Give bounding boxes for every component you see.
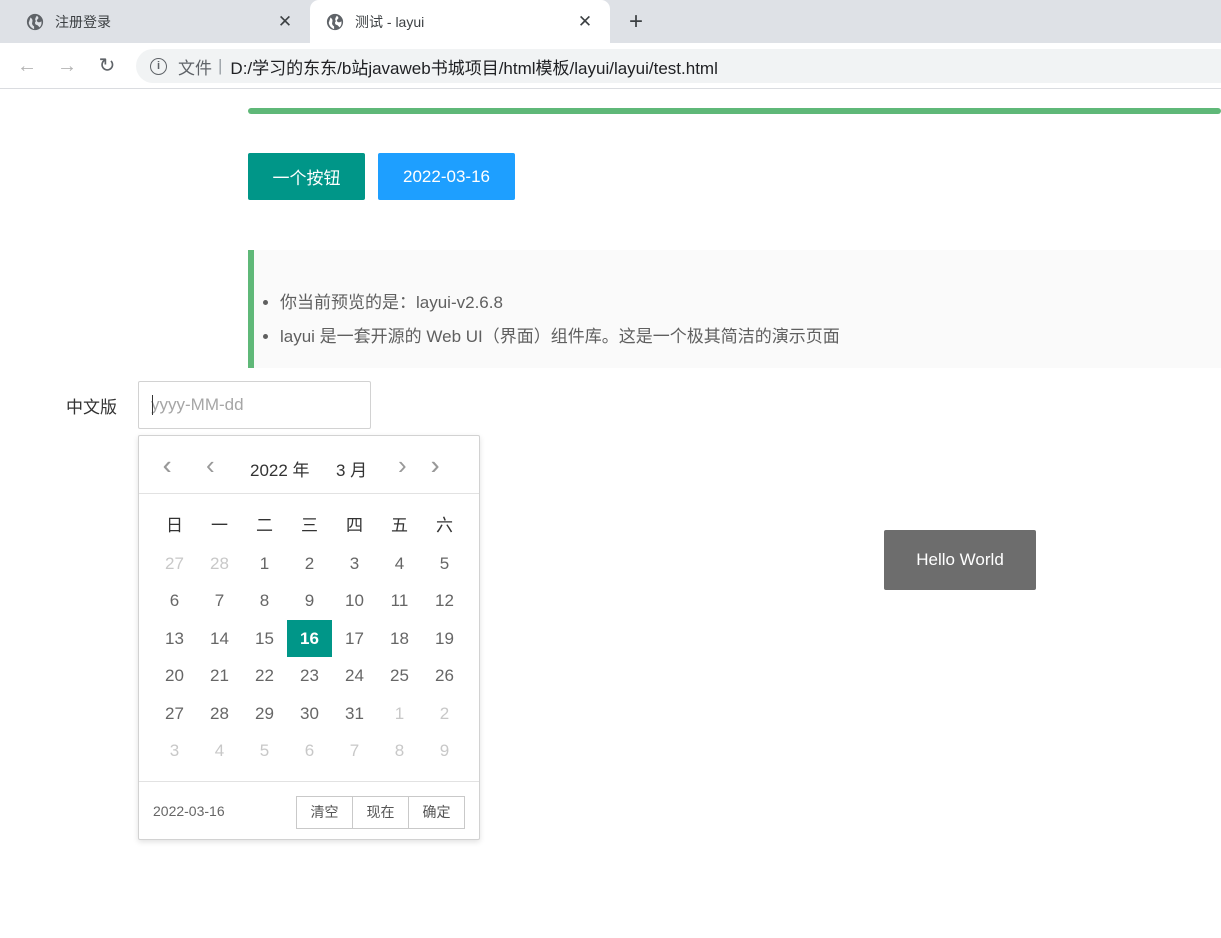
- tab-title: 测试 - layui: [355, 13, 425, 30]
- url-text[interactable]: D:/学习的东东/b站javaweb书城项目/html模板/layui/layu…: [230, 54, 717, 79]
- calendar-week-row: 13 14 15 16 17 18 19: [152, 619, 467, 658]
- tab-strip: 注册登录 ✕ 测试 - layui ✕ +: [0, 0, 1221, 43]
- calendar-day[interactable]: 4: [197, 732, 242, 770]
- calendar-day[interactable]: 30: [287, 695, 332, 733]
- calendar-day[interactable]: 6: [287, 732, 332, 770]
- calendar-day[interactable]: 8: [377, 732, 422, 770]
- browser-toolbar: ← → ↻ i 文件 | D:/学习的东东/b站javaweb书城项目/html…: [0, 43, 1221, 89]
- calendar-day[interactable]: 31: [332, 695, 377, 733]
- calendar-day[interactable]: 6: [152, 582, 197, 620]
- selected-date-display: 2022-03-16: [153, 803, 225, 819]
- calendar-day[interactable]: 1: [242, 545, 287, 583]
- address-bar[interactable]: i 文件 | D:/学习的东东/b站javaweb书城项目/html模板/lay…: [136, 49, 1221, 83]
- calendar-day[interactable]: 15: [242, 620, 287, 658]
- calendar-day[interactable]: 3: [152, 732, 197, 770]
- calendar-day[interactable]: 29: [242, 695, 287, 733]
- calendar-day-selected[interactable]: 16: [287, 619, 332, 657]
- calendar-day[interactable]: 23: [287, 657, 332, 695]
- calendar-day[interactable]: 4: [377, 545, 422, 583]
- calendar-day[interactable]: 11: [377, 582, 422, 620]
- calendar-day[interactable]: 5: [242, 732, 287, 770]
- calendar-day[interactable]: 1: [377, 695, 422, 733]
- calendar-day[interactable]: 3: [332, 545, 377, 583]
- calendar-day[interactable]: 25: [377, 657, 422, 695]
- calendar-week-row: 3456789: [152, 732, 467, 770]
- calendar-day[interactable]: 18: [377, 620, 422, 658]
- calendar-day[interactable]: 9: [422, 732, 467, 770]
- close-tab-icon[interactable]: ✕: [568, 12, 602, 32]
- calendar-day[interactable]: 7: [197, 582, 242, 620]
- back-button[interactable]: ←: [14, 53, 40, 79]
- calendar-day[interactable]: 27: [152, 695, 197, 733]
- calendar-day[interactable]: 7: [332, 732, 377, 770]
- weekday-label: 三: [301, 516, 318, 535]
- date-picker-footer: 2022-03-16 清空 现在 确定: [139, 781, 479, 839]
- weekday-label: 一: [211, 516, 228, 535]
- calendar-day[interactable]: 19: [422, 620, 467, 658]
- calendar-day[interactable]: 20: [152, 657, 197, 695]
- date-picker-header: ‹‹ ‹ 2022 年 3 月 › ››: [139, 436, 479, 494]
- text-caret: [152, 395, 153, 415]
- globe-icon: [26, 13, 44, 30]
- primary-button[interactable]: 一个按钮: [248, 153, 365, 200]
- calendar-day[interactable]: 22: [242, 657, 287, 695]
- date-button[interactable]: 2022-03-16: [378, 153, 515, 200]
- close-tab-icon[interactable]: ✕: [268, 12, 302, 32]
- reload-button[interactable]: ↻: [94, 53, 120, 79]
- calendar-week-row: 27 28 1 2 3 4 5: [152, 545, 467, 583]
- month-selector[interactable]: 3 月: [336, 456, 367, 481]
- forward-button[interactable]: →: [54, 53, 80, 79]
- calendar-day[interactable]: 21: [197, 657, 242, 695]
- tab-title: 注册登录: [55, 13, 111, 30]
- next-month-icon[interactable]: ›: [398, 450, 407, 480]
- tab-register-login[interactable]: 注册登录 ✕: [0, 0, 310, 43]
- calendar-day[interactable]: 24: [332, 657, 377, 695]
- weekday-label: 四: [346, 516, 363, 535]
- calendar-day[interactable]: 27: [152, 545, 197, 583]
- calendar-day[interactable]: 28: [197, 545, 242, 583]
- confirm-button[interactable]: 确定: [408, 796, 465, 829]
- year-selector[interactable]: 2022 年: [250, 456, 310, 481]
- weekday-header-row: 日一二三四五六: [152, 507, 467, 545]
- hello-world-button[interactable]: Hello World: [884, 530, 1036, 590]
- now-button[interactable]: 现在: [352, 796, 409, 829]
- calendar-day[interactable]: 17: [332, 620, 377, 658]
- info-list: 你当前预览的是：layui-v2.6.8 layui 是一套开源的 Web UI…: [280, 286, 840, 354]
- date-picker-popup: ‹‹ ‹ 2022 年 3 月 › ›› 日一二三四五六 27281234567…: [138, 435, 480, 840]
- weekday-label: 六: [436, 516, 453, 535]
- weekday-label: 五: [391, 516, 408, 535]
- calendar-day[interactable]: 13: [152, 620, 197, 658]
- calendar-week-row: 20 21 22 23 24 25 26: [152, 657, 467, 695]
- calendar-day[interactable]: 12: [422, 582, 467, 620]
- calendar-day[interactable]: 9: [287, 582, 332, 620]
- progress-bar: [248, 108, 1221, 114]
- clear-button[interactable]: 清空: [296, 796, 353, 829]
- calendar-day[interactable]: 5: [422, 545, 467, 583]
- calendar-day[interactable]: 26: [422, 657, 467, 695]
- scheme-label: 文件: [178, 58, 212, 78]
- calendar-week-row: 6 7 8 9 10 11 12: [152, 582, 467, 620]
- info-icon[interactable]: i: [150, 57, 167, 75]
- address-separator: |: [218, 56, 223, 75]
- footer-button-group: 清空 现在 确定: [296, 796, 465, 829]
- list-item: layui 是一套开源的 Web UI（界面）组件库。这是一个极其简洁的演示页面: [280, 320, 840, 354]
- date-input[interactable]: yyyy-MM-dd: [138, 381, 371, 429]
- calendar-day[interactable]: 2: [287, 545, 332, 583]
- weekday-label: 二: [256, 516, 273, 535]
- calendar-week-row: 27 28 29 30 31 1 2: [152, 695, 467, 733]
- info-blockquote: 你当前预览的是：layui-v2.6.8 layui 是一套开源的 Web UI…: [248, 250, 1221, 368]
- calendar-day[interactable]: 28: [197, 695, 242, 733]
- calendar-grid: 日一二三四五六 27 28 1 2 3 4 5 6 7 8 9 10 11 12 13 14 15 16 17 18 1…: [152, 507, 467, 770]
- calendar-day[interactable]: 14: [197, 620, 242, 658]
- prev-month-icon[interactable]: ‹: [206, 450, 215, 480]
- globe-icon: [326, 13, 344, 30]
- list-item: 你当前预览的是：layui-v2.6.8: [280, 286, 840, 320]
- date-field-label: 中文版: [66, 398, 117, 417]
- calendar-day[interactable]: 8: [242, 582, 287, 620]
- calendar-day[interactable]: 2: [422, 695, 467, 733]
- new-tab-button[interactable]: +: [622, 8, 650, 36]
- calendar-day[interactable]: 10: [332, 582, 377, 620]
- tab-layui-test[interactable]: 测试 - layui ✕: [310, 0, 610, 43]
- weekday-label: 日: [166, 516, 183, 535]
